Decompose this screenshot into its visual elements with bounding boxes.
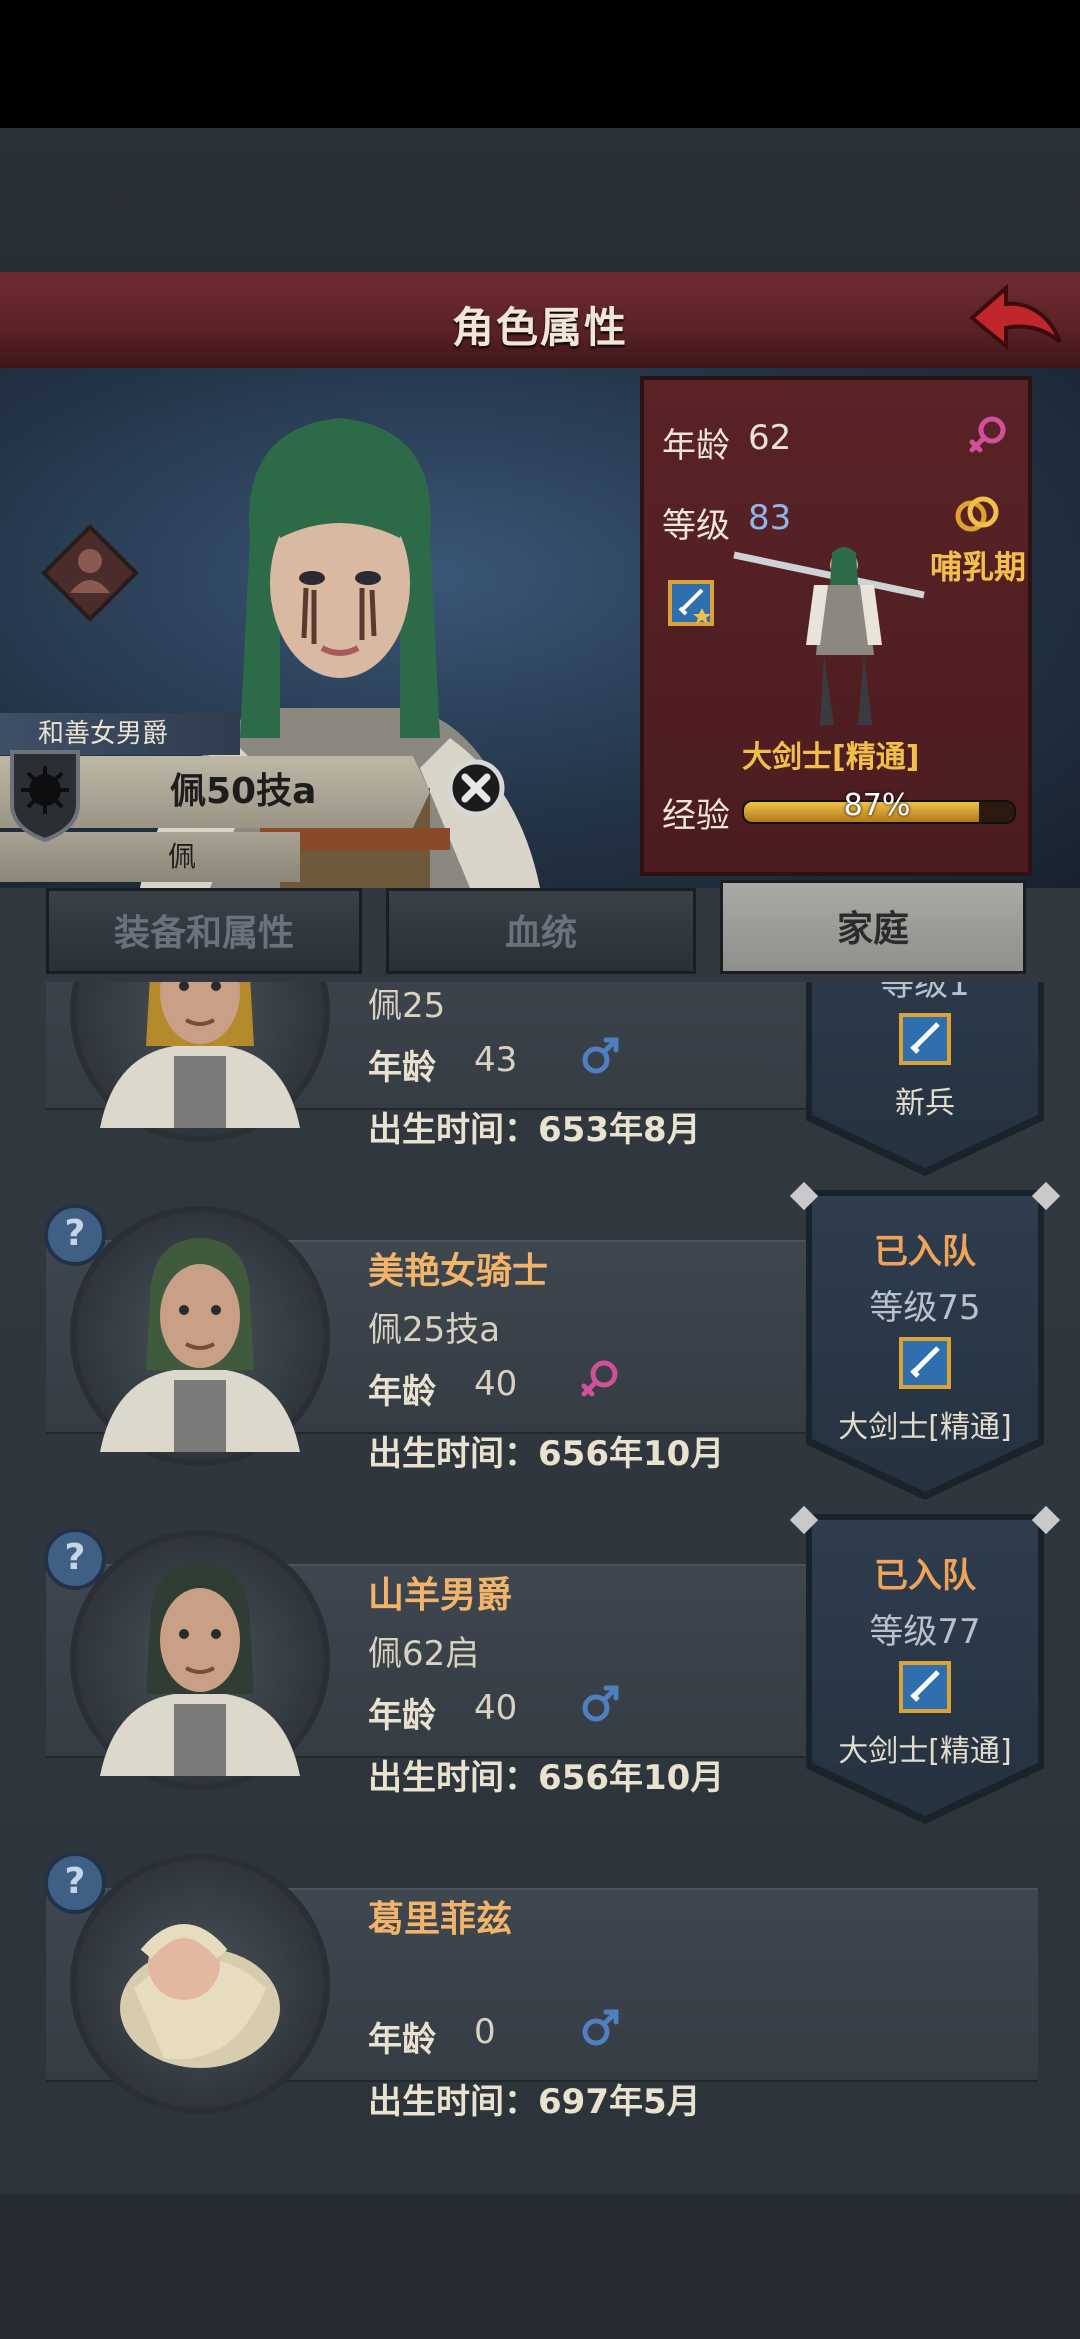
family-member-card[interactable]: ? 小巧骑士 佩25 年龄 43 出生时间：653年8月 已入队 等级1 新兵 [0, 982, 1080, 1176]
member-traits: 佩25技a [368, 1310, 501, 1350]
party-banner: 已入队 等级75 大剑士[精通] [789, 1181, 1061, 1500]
member-class: 大剑士[精通] [838, 1410, 1012, 1445]
member-name: 山羊男爵 [368, 1575, 513, 1616]
family-member-card[interactable]: ? 葛里菲兹 年龄 0 出生时间：697年5月 [0, 1834, 1080, 2124]
life-stage: 哺乳期 [930, 548, 1027, 586]
question-icon[interactable]: ? [44, 1852, 106, 1914]
member-avatar [120, 1924, 280, 2068]
shield-crest-icon [10, 750, 80, 843]
member-age: 43 [474, 1040, 518, 1080]
male-icon [582, 1685, 619, 1722]
party-banner: 已入队 等级77 大剑士[精通] [789, 1505, 1061, 1824]
question-icon[interactable]: ? [44, 1528, 106, 1590]
member-avatar [100, 1238, 300, 1452]
hero-subname: 佩 [168, 840, 197, 873]
member-traits: 佩25 [368, 986, 446, 1026]
tab-equipment[interactable]: 装备和属性 [46, 888, 362, 974]
member-age: 40 [474, 1688, 518, 1728]
family-member-card[interactable]: ? 山羊男爵 佩62启 年龄 40 出生时间：656年10月 已入队 等级77 … [0, 1505, 1080, 1824]
back-arrow-icon[interactable] [968, 280, 1068, 360]
member-class: 大剑士[精通] [838, 1734, 1012, 1769]
member-age-label: 年龄 [368, 1696, 436, 1736]
member-name: 美艳女骑士 [368, 1251, 549, 1292]
member-age-label: 年龄 [368, 1372, 436, 1412]
female-icon [581, 1360, 618, 1397]
stats-card: 年龄 62 等级 83 哺乳期 大剑士[精通] 经验 87% [640, 376, 1032, 876]
female-icon [969, 416, 1006, 453]
question-icon[interactable]: ? [44, 1204, 106, 1266]
status-bar [0, 0, 1080, 128]
page-title: 角色属性 [451, 303, 628, 352]
sword-skill-icon [899, 1337, 951, 1389]
family-list[interactable]: ? 小巧骑士 佩25 年龄 43 出生时间：653年8月 已入队 等级1 新兵 [0, 982, 1080, 2195]
member-class: 新兵 [895, 1086, 955, 1121]
tab-family[interactable]: 家庭 [720, 880, 1026, 974]
member-birth: 出生时间：656年10月 [368, 1758, 725, 1798]
title-banner: 角色属性 [0, 272, 1080, 372]
member-age: 0 [474, 2012, 496, 2052]
member-traits: 佩62启 [368, 1634, 480, 1674]
male-icon [582, 2009, 619, 2046]
party-banner: 已入队 等级1 新兵 [806, 982, 1044, 1176]
member-birth: 出生时间：656年10月 [368, 1434, 725, 1474]
member-age-label: 年龄 [368, 1048, 436, 1088]
sword-skill-icon [668, 580, 714, 626]
member-birth: 出生时间：653年8月 [368, 1110, 701, 1150]
exp-label: 经验 [662, 796, 730, 836]
banner-shape [812, 982, 1038, 1168]
hero-panel: 和善女男爵 佩50技a 佩 年龄 62 等级 83 哺乳期 大剑士[精通] 经验… [0, 368, 1080, 888]
ring-icon [955, 496, 999, 532]
class-figure [733, 547, 925, 725]
member-name: 葛里菲兹 [368, 1899, 513, 1940]
joined-status: 已入队 [874, 1556, 976, 1596]
member-avatar [100, 982, 300, 1128]
close-icon[interactable] [446, 758, 506, 818]
bottom-bar [0, 2195, 1080, 2339]
male-icon [582, 1037, 619, 1074]
family-member-card[interactable]: ? 美艳女骑士 佩25技a 年龄 40 出生时间：656年10月 已入队 等级7… [0, 1181, 1080, 1500]
member-level: 等级77 [869, 1612, 981, 1652]
member-level: 等级1 [880, 982, 970, 1004]
tab-bar: 装备和属性 血统 家庭 [46, 880, 1046, 982]
member-age: 40 [474, 1364, 518, 1404]
member-level: 等级75 [869, 1288, 981, 1328]
class-name: 大剑士[精通] [742, 740, 920, 775]
member-age-label: 年龄 [368, 2020, 436, 2060]
joined-status: 已入队 [874, 1232, 976, 1272]
sword-skill-icon [899, 1661, 951, 1713]
age-value: 62 [748, 418, 792, 458]
level-label: 等级 [662, 506, 730, 546]
sword-skill-icon [899, 1013, 951, 1065]
hero-name[interactable]: 佩50技a [170, 756, 316, 828]
age-label: 年龄 [662, 426, 730, 466]
member-birth: 出生时间：697年5月 [368, 2082, 701, 2122]
member-avatar [100, 1562, 300, 1776]
tab-bloodline[interactable]: 血统 [386, 888, 696, 974]
exp-percent: 87% [843, 788, 911, 823]
